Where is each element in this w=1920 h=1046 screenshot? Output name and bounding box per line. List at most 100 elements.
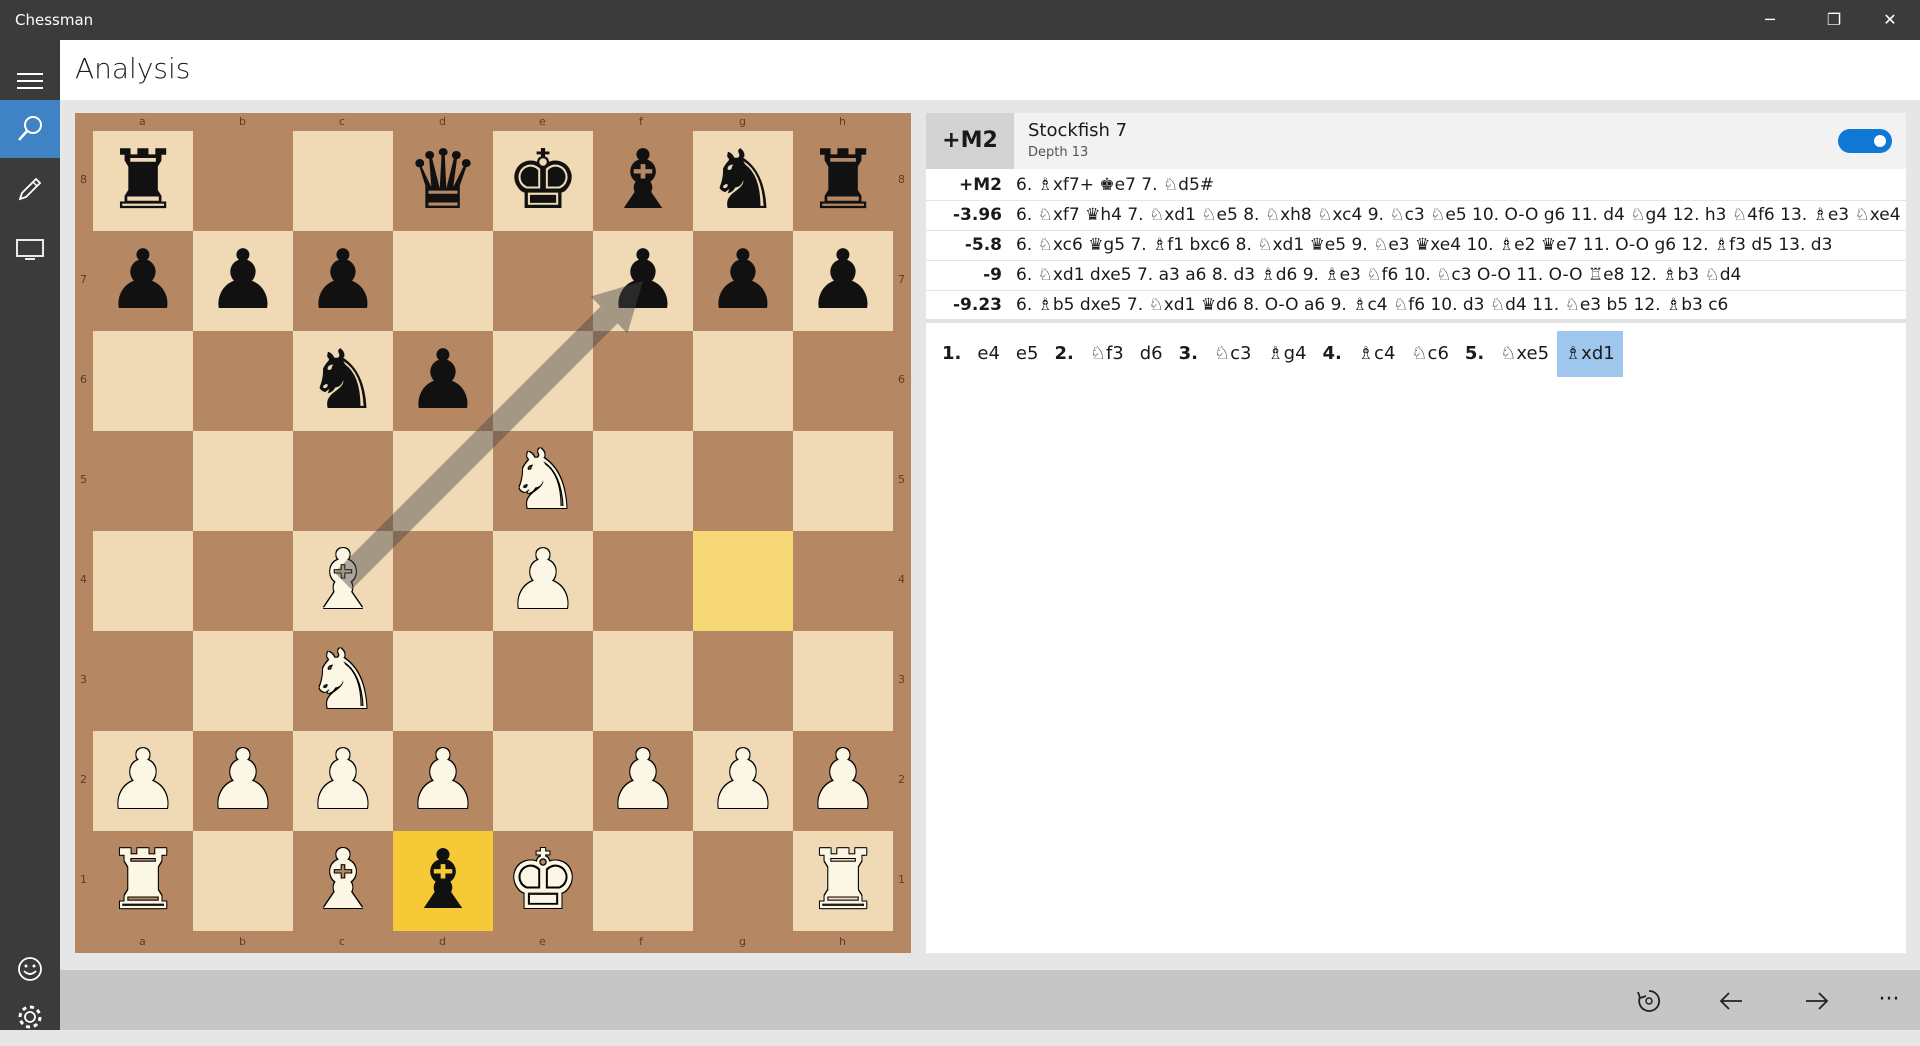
white-bishop-c4[interactable]: ♝ [293, 531, 393, 631]
square-h6[interactable] [793, 331, 893, 431]
square-d5[interactable] [393, 431, 493, 531]
square-d7[interactable] [393, 231, 493, 331]
move[interactable]: ♘c6 [1403, 331, 1457, 377]
square-d1[interactable]: ♝ [393, 831, 493, 931]
next-move-button[interactable] [1794, 978, 1840, 1024]
black-pawn-a7[interactable]: ♟ [93, 231, 193, 331]
square-c5[interactable] [293, 431, 393, 531]
square-d3[interactable] [393, 631, 493, 731]
black-pawn-b7[interactable]: ♟ [193, 231, 293, 331]
square-h5[interactable] [793, 431, 893, 531]
black-king-e8[interactable]: ♚ [493, 131, 593, 231]
square-f8[interactable]: ♝ [593, 131, 693, 231]
previous-move-button[interactable] [1708, 978, 1754, 1024]
square-g8[interactable]: ♞ [693, 131, 793, 231]
move[interactable]: ♘c3 [1206, 331, 1260, 377]
engine-line[interactable]: +M2 6. ♗xf7+ ♚e7 7. ♘d5# [926, 170, 1906, 201]
square-h4[interactable] [793, 531, 893, 631]
square-h2[interactable]: ♟ [793, 731, 893, 831]
square-d8[interactable]: ♛ [393, 131, 493, 231]
move[interactable]: ♗g4 [1260, 331, 1315, 377]
white-rook-a1[interactable]: ♜ [93, 831, 193, 931]
square-e6[interactable] [493, 331, 593, 431]
white-bishop-c1[interactable]: ♝ [293, 831, 393, 931]
maximize-button[interactable]: ❐ [1810, 0, 1858, 40]
square-g7[interactable]: ♟ [693, 231, 793, 331]
white-pawn-b2[interactable]: ♟ [193, 731, 293, 831]
square-e4[interactable]: ♟ [493, 531, 593, 631]
square-a8[interactable]: ♜ [93, 131, 193, 231]
white-pawn-d2[interactable]: ♟ [393, 731, 493, 831]
square-e3[interactable] [493, 631, 593, 731]
sidebar-item-analysis[interactable] [0, 100, 60, 158]
square-f3[interactable] [593, 631, 693, 731]
black-pawn-d6[interactable]: ♟ [393, 331, 493, 431]
square-d4[interactable] [393, 531, 493, 631]
square-c7[interactable]: ♟ [293, 231, 393, 331]
black-pawn-f7[interactable]: ♟ [593, 231, 693, 331]
square-b6[interactable] [193, 331, 293, 431]
square-g4[interactable] [693, 531, 793, 631]
square-a6[interactable] [93, 331, 193, 431]
square-d6[interactable]: ♟ [393, 331, 493, 431]
square-a2[interactable]: ♟ [93, 731, 193, 831]
square-a3[interactable] [93, 631, 193, 731]
move[interactable]: ♘f3 [1082, 331, 1132, 377]
square-f7[interactable]: ♟ [593, 231, 693, 331]
square-e7[interactable] [493, 231, 593, 331]
engine-line[interactable]: -3.96 6. ♘xf7 ♛h4 7. ♘xd1 ♘e5 8. ♘xh8 ♘xc… [926, 200, 1906, 231]
square-e1[interactable]: ♚ [493, 831, 593, 931]
square-h1[interactable]: ♜ [793, 831, 893, 931]
square-e5[interactable]: ♞ [493, 431, 593, 531]
square-e8[interactable]: ♚ [493, 131, 593, 231]
move[interactable]: ♗xd1 [1557, 331, 1623, 377]
square-b2[interactable]: ♟ [193, 731, 293, 831]
white-king-e1[interactable]: ♚ [493, 831, 593, 931]
white-knight-e5[interactable]: ♞ [493, 431, 593, 531]
square-f6[interactable] [593, 331, 693, 431]
square-d2[interactable]: ♟ [393, 731, 493, 831]
square-g3[interactable] [693, 631, 793, 731]
square-g5[interactable] [693, 431, 793, 531]
settings-button[interactable] [0, 988, 60, 1046]
close-button[interactable]: ✕ [1866, 0, 1914, 40]
white-pawn-c2[interactable]: ♟ [293, 731, 393, 831]
black-rook-a8[interactable]: ♜ [93, 131, 193, 231]
square-a7[interactable]: ♟ [93, 231, 193, 331]
black-pawn-g7[interactable]: ♟ [693, 231, 793, 331]
black-knight-g8[interactable]: ♞ [693, 131, 793, 231]
engine-line[interactable]: -9.23 6. ♗b5 dxe5 7. ♘xd1 ♛d6 8. O-O a6 9… [926, 290, 1906, 321]
square-b4[interactable] [193, 531, 293, 631]
square-e2[interactable] [493, 731, 593, 831]
square-g2[interactable]: ♟ [693, 731, 793, 831]
square-b8[interactable] [193, 131, 293, 231]
flip-board-button[interactable] [1626, 978, 1672, 1024]
square-c2[interactable]: ♟ [293, 731, 393, 831]
square-h7[interactable]: ♟ [793, 231, 893, 331]
move[interactable]: ♗c4 [1350, 331, 1404, 377]
move[interactable]: ♘xe5 [1492, 331, 1557, 377]
square-a4[interactable] [93, 531, 193, 631]
black-pawn-h7[interactable]: ♟ [793, 231, 893, 331]
square-g6[interactable] [693, 331, 793, 431]
move[interactable]: e5 [1008, 331, 1047, 377]
sidebar-item-display[interactable] [0, 220, 60, 278]
engine-line[interactable]: -5.8 6. ♘xc6 ♛g5 7. ♗f1 bxc6 8. ♘xd1 ♛e5 … [926, 230, 1906, 261]
black-knight-c6[interactable]: ♞ [293, 331, 393, 431]
square-h3[interactable] [793, 631, 893, 731]
sidebar-item-edit[interactable] [0, 160, 60, 218]
square-f4[interactable] [593, 531, 693, 631]
white-pawn-f2[interactable]: ♟ [593, 731, 693, 831]
more-button[interactable]: ··· [1866, 978, 1912, 1024]
move[interactable]: e4 [969, 331, 1008, 377]
square-a1[interactable]: ♜ [93, 831, 193, 931]
chess-board[interactable]: ♜ ♛ ♚ ♝ ♞ ♜ ♟ ♟ ♟ ♟ ♟ ♟ ♞ ♟ ♞ ♝ ♟ ♞ ♟ ♟ ♟ ♟ ♟ ♟ ♟ ♜ ♝ ♝ ♚ ♜ [93, 131, 893, 931]
white-pawn-a2[interactable]: ♟ [93, 731, 193, 831]
black-bishop-f8[interactable]: ♝ [593, 131, 693, 231]
square-c8[interactable] [293, 131, 393, 231]
square-b3[interactable] [193, 631, 293, 731]
engine-toggle[interactable] [1838, 129, 1892, 153]
square-b7[interactable]: ♟ [193, 231, 293, 331]
white-pawn-h2[interactable]: ♟ [793, 731, 893, 831]
square-f5[interactable] [593, 431, 693, 531]
